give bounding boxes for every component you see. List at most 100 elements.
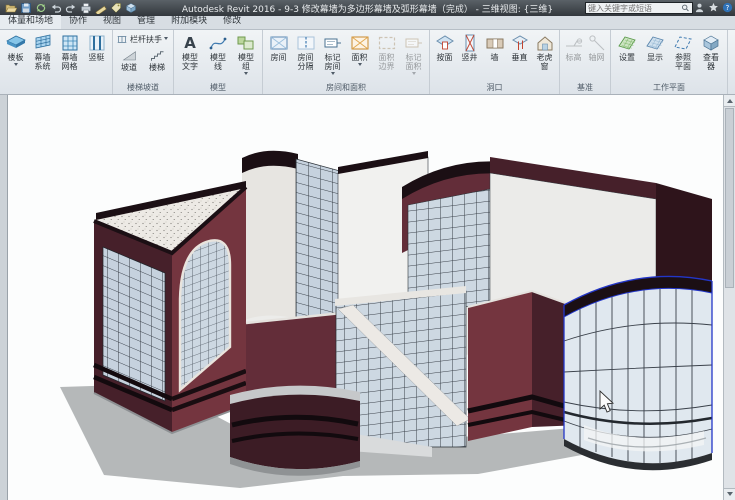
measure-icon[interactable]	[95, 2, 107, 14]
svg-text:?: ?	[726, 4, 730, 12]
room-icon	[269, 33, 289, 53]
panel-stairs-ramps: 栏杆扶手 坡道 楼梯 楼梯坡道	[113, 30, 174, 94]
favorites-icon[interactable]	[708, 2, 719, 13]
button-shaft-opening[interactable]: 竖井	[457, 32, 482, 62]
button-show-workplane[interactable]: 显示	[641, 32, 669, 62]
button-level[interactable]: 标高	[562, 32, 585, 62]
sign-in-icon[interactable]	[694, 2, 705, 13]
tab-massing-site[interactable]: 体量和场地	[0, 15, 61, 29]
panel-label: 楼梯坡道	[113, 82, 173, 94]
svg-text:A: A	[184, 34, 196, 52]
button-area-boundary[interactable]: 面积边界	[373, 32, 400, 71]
button-model-line[interactable]: 模型线	[204, 32, 232, 71]
button-model-text[interactable]: A 模型文字	[176, 32, 204, 71]
button-floor[interactable]: 楼板	[2, 32, 29, 68]
set-workplane-icon	[617, 33, 637, 53]
panel-label: 工作平面	[611, 82, 727, 94]
vertical-scrollbar[interactable]	[723, 95, 735, 500]
tag-icon[interactable]	[110, 2, 122, 14]
left-wing-walls[interactable]	[94, 181, 246, 433]
model-group-icon	[236, 33, 256, 53]
button-opening-by-face[interactable]: 按面	[432, 32, 457, 62]
level-icon	[564, 33, 584, 53]
panel-room-area: 房间 房间分隔 标记房间 面积 面积边界	[263, 30, 430, 94]
stair-icon	[150, 48, 165, 63]
infocenter-search	[585, 2, 693, 14]
button-viewer[interactable]: 查看器	[697, 32, 725, 71]
help-icon[interactable]: ?	[722, 2, 733, 13]
tab-view[interactable]: 视图	[95, 15, 129, 29]
viewer-icon	[701, 33, 721, 53]
button-curtain-system[interactable]: 幕墙系统	[29, 32, 56, 71]
curved-curtain-wall-selected[interactable]	[564, 276, 712, 470]
area-icon	[350, 33, 370, 53]
tab-addins[interactable]: 附加模块	[163, 15, 215, 29]
panel-label: 洞口	[430, 82, 559, 94]
button-vertical-opening[interactable]: 垂直	[507, 32, 532, 62]
button-set-workplane[interactable]: 设置	[613, 32, 641, 62]
scroll-up-button[interactable]	[724, 95, 735, 107]
tab-modify[interactable]: 修改	[215, 15, 249, 29]
area-boundary-icon	[377, 33, 397, 53]
dormer-opening-icon	[535, 33, 555, 53]
model-line-icon	[208, 33, 228, 53]
tab-manage[interactable]: 管理	[129, 15, 163, 29]
button-ref-plane[interactable]: 参照平面	[669, 32, 697, 71]
panel-work-plane: 设置 显示 参照平面 查看器 工作平面	[611, 30, 728, 94]
vertical-opening-icon	[510, 33, 530, 53]
tag-room-icon	[323, 33, 343, 53]
button-wall-opening[interactable]: 墙	[482, 32, 507, 62]
mullion-icon	[87, 33, 107, 53]
button-railing[interactable]: 栏杆扶手	[115, 32, 171, 46]
button-dormer-opening[interactable]: 老虎窗	[532, 32, 557, 71]
button-grid[interactable]: 轴网	[585, 32, 608, 62]
button-room[interactable]: 房间	[265, 32, 292, 62]
ribbon: 楼板 幕墙系统 幕墙网格 竖梃	[0, 30, 735, 95]
button-curtain-grid[interactable]: 幕墙网格	[56, 32, 83, 71]
ribbon-tab-bar: 体量和场地 协作 视图 管理 附加模块 修改	[0, 16, 735, 30]
window-title: Autodesk Revit 2016 - 9-3 修改幕墙为多边形幕墙及弧形幕…	[182, 2, 553, 15]
button-area[interactable]: 面积	[346, 32, 373, 68]
sync-icon[interactable]	[35, 2, 47, 14]
drawing-area[interactable]	[8, 95, 723, 500]
arrow-up-icon	[727, 96, 733, 103]
model-viewport[interactable]	[8, 95, 723, 500]
floor-icon	[6, 33, 26, 53]
print-icon[interactable]	[80, 2, 92, 14]
model-text-icon: A	[180, 33, 200, 53]
search-icon[interactable]	[681, 3, 690, 13]
front-curved-base-wall[interactable]	[230, 386, 360, 476]
button-room-separator[interactable]: 房间分隔	[292, 32, 319, 71]
curved-wall-tower[interactable]	[242, 151, 340, 323]
opening-by-face-icon	[435, 33, 455, 53]
panel-label: 房间和面积	[263, 82, 429, 94]
ramp-icon	[122, 48, 137, 63]
panel-label: 模型	[174, 82, 262, 94]
ref-plane-icon	[673, 33, 693, 53]
button-tag-room[interactable]: 标记房间	[319, 32, 346, 77]
save-icon[interactable]	[20, 2, 32, 14]
tab-collaborate[interactable]: 协作	[61, 15, 95, 29]
redo-icon[interactable]	[65, 2, 77, 14]
curtain-grid-icon	[60, 33, 80, 53]
title-bar: Autodesk Revit 2016 - 9-3 修改幕墙为多边形幕墙及弧形幕…	[0, 0, 735, 16]
titlebar-icons: ?	[694, 2, 733, 13]
chevron-down-icon	[412, 72, 416, 77]
scrollbar-thumb[interactable]	[725, 108, 734, 288]
button-stair[interactable]: 楼梯	[143, 46, 171, 72]
button-tag-area[interactable]: 标记面积	[400, 32, 427, 77]
search-input[interactable]	[588, 4, 679, 13]
scroll-down-button[interactable]	[724, 488, 735, 500]
chevron-down-icon	[358, 63, 362, 68]
panel-datum: 标高 轴网 基准	[560, 30, 611, 94]
button-mullion[interactable]: 竖梃	[83, 32, 110, 62]
show-workplane-icon	[645, 33, 665, 53]
open-file-icon[interactable]	[5, 2, 17, 14]
default-3d-view-icon[interactable]	[125, 2, 137, 14]
button-model-group[interactable]: 模型组	[232, 32, 260, 77]
undo-icon[interactable]	[50, 2, 62, 14]
arrow-down-icon	[727, 492, 733, 499]
chevron-down-icon	[164, 37, 168, 42]
curtain-system-icon	[33, 33, 53, 53]
button-ramp[interactable]: 坡道	[115, 46, 143, 72]
